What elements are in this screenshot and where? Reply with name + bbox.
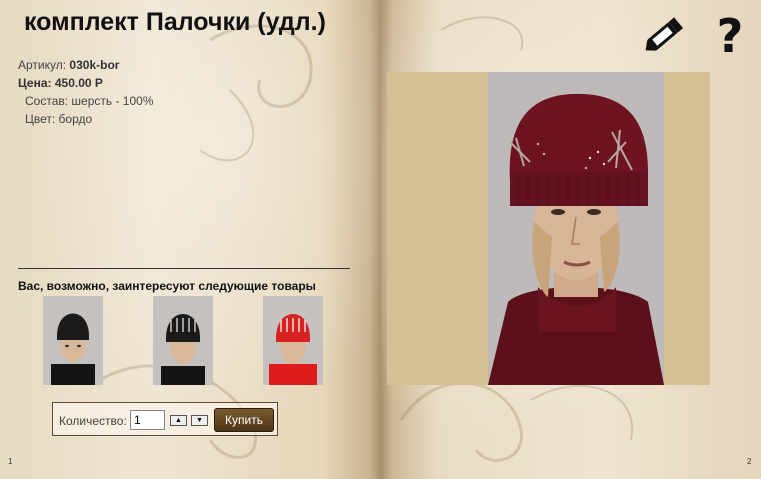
price-label: Цена: [18,76,52,90]
related-product-thumb[interactable] [43,296,103,385]
catalog-book: комплект Палочки (удл.) Артикул: 030k-bo… [0,0,761,479]
price-row: Цена: 450.00 Р [18,74,154,92]
related-products-title: Вас, возможно, заинтересуют следующие то… [18,279,316,293]
color-text: Цвет: бордо [25,112,93,126]
quantity-decrease-button[interactable]: ▼ [191,415,208,426]
price-value: 450.00 Р [54,76,103,90]
black-hat-image [43,296,103,385]
article-label: Артикул: [18,58,67,72]
left-page-number: 1 [8,457,13,466]
article-row: Артикул: 030k-bor [18,56,154,74]
buy-button[interactable]: Купить [214,408,274,432]
help-button[interactable]: ? [710,8,750,63]
product-title: комплект Палочки (удл.) [24,8,326,36]
article-value: 030k-bor [69,58,120,72]
product-meta: Артикул: 030k-bor Цена: 450.00 Р Состав:… [18,56,154,128]
burgundy-hat-image [488,72,664,385]
svg-text:?: ? [717,9,744,58]
related-product-thumb[interactable] [263,296,323,385]
quantity-input[interactable] [130,410,165,430]
triangle-up-icon: ▲ [175,417,182,424]
triangle-down-icon: ▼ [196,417,203,424]
right-page-number: 2 [747,457,752,466]
left-page: комплект Палочки (удл.) Артикул: 030k-bo… [0,0,381,479]
order-box: Количество: ▲ ▼ Купить [52,402,278,436]
red-hat-sticks-image [263,296,323,385]
product-photo[interactable] [488,72,664,385]
quantity-label: Количество: [59,414,127,428]
question-icon: ? [717,9,744,63]
related-product-thumb[interactable] [153,296,213,385]
composition-text: Состав: шерсть - 100% [25,94,154,108]
edit-button[interactable] [640,12,688,63]
quantity-increase-button[interactable]: ▲ [170,415,187,426]
section-divider [18,268,350,269]
black-hat-sticks-image [153,296,213,385]
pencil-icon [645,17,684,51]
